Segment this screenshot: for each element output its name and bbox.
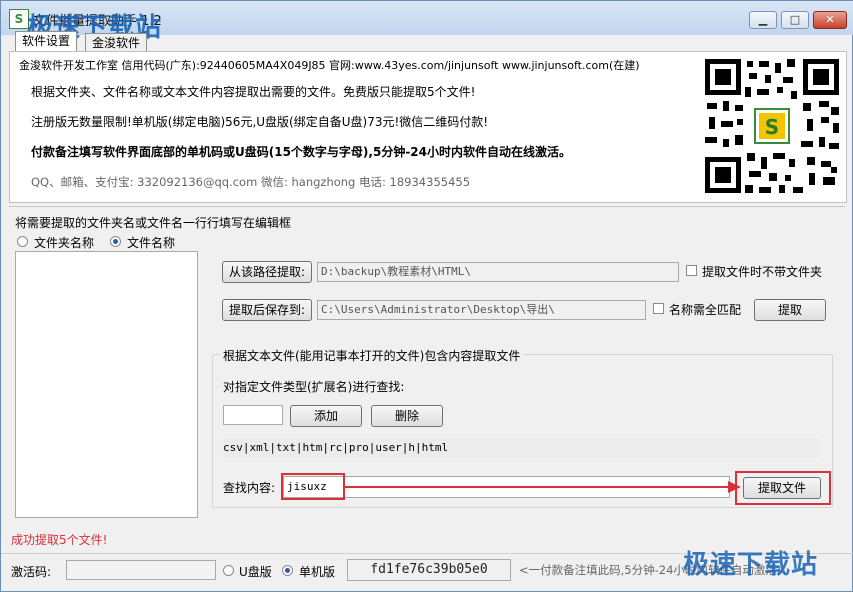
radio-folder-name-label: 文件夹名称 — [34, 236, 95, 250]
status-message: 成功提取5个文件! — [11, 533, 108, 547]
extract-from-path-button[interactable]: 从该路径提取: — [222, 261, 312, 283]
watermark-bottom: 极速下载站 — [683, 550, 819, 580]
source-path-field[interactable]: D:\backup\教程素材\HTML\ — [317, 262, 679, 282]
search-content-label: 查找内容: — [223, 481, 276, 495]
maximize-button[interactable]: □ — [781, 11, 809, 29]
no-folder-checkbox[interactable] — [686, 265, 697, 276]
activation-label: 激活码: — [11, 565, 52, 579]
app-icon: S — [9, 9, 29, 29]
machine-code-field[interactable]: fd1fe76c39b05e0 — [347, 559, 511, 581]
tab-jinjun[interactable]: 金浚软件 — [85, 33, 148, 52]
highlight-arrow — [345, 481, 741, 493]
exact-match-label: 名称需全匹配 — [669, 303, 742, 317]
wechat-qr-code: S — [703, 57, 841, 195]
no-folder-label: 提取文件时不带文件夹 — [702, 265, 823, 279]
info-company: 金浚软件开发工作室 信用代码(广东):92440605MA4X049J85 官网… — [19, 59, 640, 72]
exact-match-checkbox[interactable] — [653, 303, 664, 314]
ext-list[interactable]: csv|xml|txt|htm|rc|pro|user|h|html — [223, 438, 819, 458]
info-payment-note: 付款备注填写软件界面底部的单机码或U盘码(15个数字与字母),5分钟-24小时内… — [31, 145, 572, 159]
info-contact: QQ、邮箱、支付宝: 332092136@qq.com 微信: hangzhon… — [31, 175, 471, 189]
radio-file-name-label: 文件名称 — [127, 236, 176, 250]
radio-folder-name[interactable] — [17, 236, 28, 247]
main-window: S 文件批量提取助手 1.2 极速下载站 ▁ □ ✕ 软件设置 金浚软件 金浚软… — [0, 0, 853, 592]
add-ext-button[interactable]: 添加 — [290, 405, 362, 427]
info-pricing: 注册版无数量限制!单机版(绑定电脑)56元,U盘版(绑定自备U盘)73元!微信二… — [31, 115, 489, 129]
radio-file-name[interactable] — [110, 236, 121, 247]
activation-code-input[interactable] — [66, 560, 216, 580]
info-description: 根据文件夹、文件名称或文本文件内容提取出需要的文件。免费版只能提取5个文件! — [31, 85, 476, 99]
pc-version-label: 单机版 — [299, 565, 336, 579]
svg-text:S: S — [765, 115, 779, 139]
names-editor[interactable] — [15, 251, 198, 518]
ext-input[interactable] — [223, 405, 283, 425]
content-group-title: 根据文本文件(能用记事本打开的文件)包含内容提取文件 — [220, 347, 524, 364]
radio-usb-version[interactable] — [223, 565, 234, 576]
section-divider — [9, 206, 845, 207]
section-heading: 将需要提取的文件夹名或文件名一行行填写在编辑框 — [15, 216, 292, 230]
tab-settings[interactable]: 软件设置 — [15, 31, 78, 52]
search-highlight-box — [281, 473, 345, 500]
save-path-field[interactable]: C:\Users\Administrator\Desktop\导出\ — [317, 300, 646, 320]
ext-type-label: 对指定文件类型(扩展名)进行查找: — [223, 380, 405, 394]
radio-pc-version[interactable] — [282, 565, 293, 576]
title-bar: S 文件批量提取助手 1.2 极速下载站 ▁ □ ✕ — [1, 1, 853, 43]
save-to-button[interactable]: 提取后保存到: — [222, 299, 312, 321]
extract-files-highlight — [735, 471, 831, 505]
extract-button[interactable]: 提取 — [754, 299, 826, 321]
usb-version-label: U盘版 — [239, 565, 272, 579]
minimize-button[interactable]: ▁ — [749, 11, 777, 29]
close-button[interactable]: ✕ — [813, 11, 847, 29]
delete-ext-button[interactable]: 删除 — [371, 405, 443, 427]
